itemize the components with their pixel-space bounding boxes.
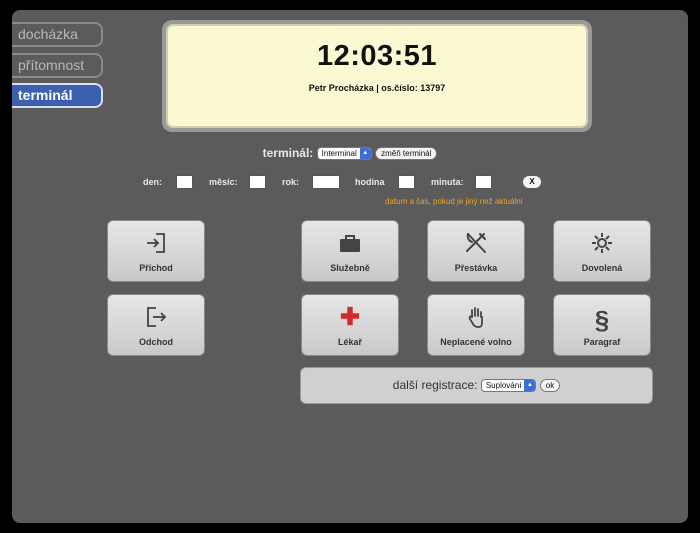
user-info: Petr Procházka | os.číslo: 13797 [308,83,446,93]
month-input[interactable] [249,175,266,189]
year-label: rok: [282,177,300,187]
briefcase-icon [302,231,398,261]
sidebar-item-terminal[interactable]: terminál [12,83,103,108]
medical-cross-icon [302,305,398,335]
hour-label: hodina [355,177,385,187]
terminal-label: terminál: [262,146,314,160]
clock: 12:03:51 [316,40,438,72]
main-frame: docházka přítomnost terminál 12:03:51 Pe… [12,10,688,523]
more-registration-select-value: Suplování [485,381,522,391]
change-terminal-button[interactable]: změň terminál [375,147,438,161]
select-arrows-icon: ▲ [524,380,536,392]
business-label: Služebně [330,263,370,273]
sidebar-item-pritomnost[interactable]: přítomnost [12,53,103,78]
departure-label: Odchod [139,337,173,347]
arrival-label: Příchod [139,263,173,273]
vacation-label: Dovolená [581,263,623,273]
doctor-button[interactable]: Lékař [301,294,399,356]
sidebar-item-dochazka[interactable]: docházka [12,22,103,47]
logout-icon [108,305,204,335]
sun-icon [554,231,650,261]
minute-label: minuta: [431,177,464,187]
hand-icon [428,305,524,335]
paragraph-button[interactable]: § Paragraf [553,294,651,356]
business-button[interactable]: Služebně [301,220,399,282]
paragraph-label: Paragraf [583,337,621,347]
unpaid-leave-label: Neplacené volno [440,337,512,347]
arrival-button[interactable]: Příchod [107,220,205,282]
terminal-row: terminál: Interminal ▲ změň terminál [12,146,688,161]
terminal-select[interactable]: Interminal ▲ [316,147,372,161]
clear-button[interactable]: X [523,176,541,188]
day-input[interactable] [176,175,193,189]
select-arrows-icon: ▲ [359,148,371,160]
ok-button[interactable]: ok [539,379,561,393]
time-display-screen: 12:03:51 Petr Procházka | os.číslo: 1379… [166,24,588,128]
break-label: Přestávka [454,263,498,273]
more-registration-label: další registrace: [392,378,478,392]
year-input[interactable] [312,175,340,189]
terminal-select-value: Interminal [321,149,357,159]
day-label: den: [143,177,162,187]
break-button[interactable]: Přestávka [427,220,525,282]
more-registration-panel: další registrace: Suplování ▲ ok [300,367,653,404]
departure-button[interactable]: Odchod [107,294,205,356]
doctor-label: Lékař [337,337,363,347]
time-display: 12:03:51 Petr Procházka | os.číslo: 1379… [162,20,592,132]
more-registration-select[interactable]: Suplování ▲ [480,379,537,393]
hour-input[interactable] [398,175,415,189]
section-sign-icon: § [594,305,610,335]
vacation-button[interactable]: Dovolená [553,220,651,282]
cutlery-icon [428,231,524,261]
unpaid-leave-button[interactable]: Neplacené volno [427,294,525,356]
month-label: měsíc: [209,177,238,187]
datetime-hint: datum a čas, pokud je jiný než aktuální [385,197,523,206]
login-icon [108,231,204,261]
minute-input[interactable] [475,175,492,189]
